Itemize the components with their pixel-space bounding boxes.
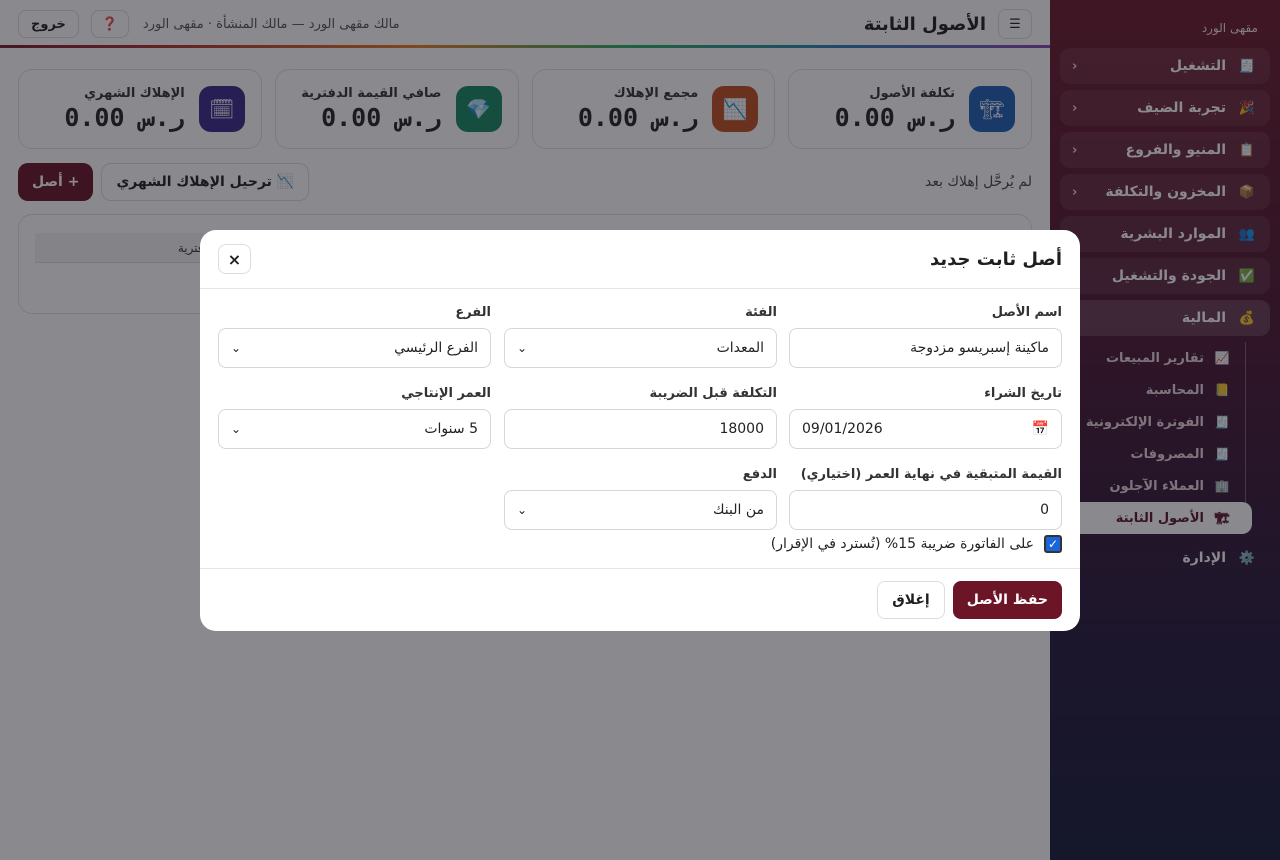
dialog-footer: حفظ الأصل إغلاق: [200, 568, 1080, 631]
field-label: الدفع: [742, 467, 777, 482]
branch-field: الفرع الفرع الرئيسي ⌄: [218, 305, 491, 368]
field-label: التكلفة قبل الضريبة: [649, 386, 777, 401]
select-value: 5 سنوات: [424, 421, 478, 437]
chevron-down-icon: ⌄: [231, 422, 242, 436]
dialog-body: اسم الأصل ماكينة إسبريسو مزدوجة الفئة ال…: [200, 289, 1080, 569]
payment-field: الدفع من البنك ⌄: [504, 467, 777, 530]
select-value: من البنك: [712, 502, 764, 518]
close-icon[interactable]: ×: [218, 244, 251, 274]
select-value: المعدات: [716, 340, 764, 356]
close-button[interactable]: إغلاق: [877, 581, 945, 619]
calendar-icon[interactable]: 📅: [1032, 421, 1049, 437]
vat-row: ✓ على الفاتورة ضريبة 15% (تُسترد في الإق…: [771, 535, 1062, 553]
salvage-input[interactable]: 0: [789, 490, 1062, 530]
cost-field: التكلفة قبل الضريبة 18000: [504, 386, 777, 449]
cost-input[interactable]: 18000: [504, 409, 777, 449]
vat-label: على الفاتورة ضريبة 15% (تُسترد في الإقرا…: [770, 536, 1034, 552]
life-select[interactable]: 5 سنوات ⌄: [218, 409, 491, 449]
dialog-header: أصل ثابت جديد ×: [200, 230, 1080, 289]
asset-name-field: اسم الأصل ماكينة إسبريسو مزدوجة: [789, 305, 1062, 368]
field-label: اسم الأصل: [991, 305, 1062, 320]
chevron-down-icon: ⌄: [231, 341, 242, 355]
purchase-date-field: تاريخ الشراء 09/01/2026 📅: [789, 386, 1062, 449]
salvage-field: القيمة المتبقية في نهاية العمر (اختياري)…: [789, 467, 1062, 530]
new-asset-dialog: أصل ثابت جديد × اسم الأصل ماكينة إسبريسو…: [200, 230, 1080, 631]
field-label: العمر الإنتاجي: [401, 386, 491, 401]
category-select[interactable]: المعدات ⌄: [504, 328, 777, 368]
payment-select[interactable]: من البنك ⌄: [504, 490, 777, 530]
chevron-down-icon: ⌄: [517, 341, 528, 355]
life-field: العمر الإنتاجي 5 سنوات ⌄: [218, 386, 491, 449]
vat-checkbox[interactable]: ✓: [1044, 535, 1062, 553]
field-label: تاريخ الشراء: [984, 386, 1062, 401]
purchase-date-input[interactable]: 09/01/2026 📅: [789, 409, 1062, 449]
save-asset-button[interactable]: حفظ الأصل: [952, 581, 1062, 619]
field-label: الفئة: [745, 305, 777, 320]
field-label: القيمة المتبقية في نهاية العمر (اختياري): [800, 467, 1062, 482]
asset-name-input[interactable]: ماكينة إسبريسو مزدوجة: [789, 328, 1062, 368]
chevron-down-icon: ⌄: [517, 503, 528, 517]
select-value: الفرع الرئيسي: [394, 340, 478, 356]
dialog-title: أصل ثابت جديد: [929, 248, 1062, 270]
date-value: 09/01/2026: [802, 421, 883, 437]
branch-select[interactable]: الفرع الرئيسي ⌄: [218, 328, 491, 368]
field-label: الفرع: [455, 305, 491, 320]
category-field: الفئة المعدات ⌄: [504, 305, 777, 368]
